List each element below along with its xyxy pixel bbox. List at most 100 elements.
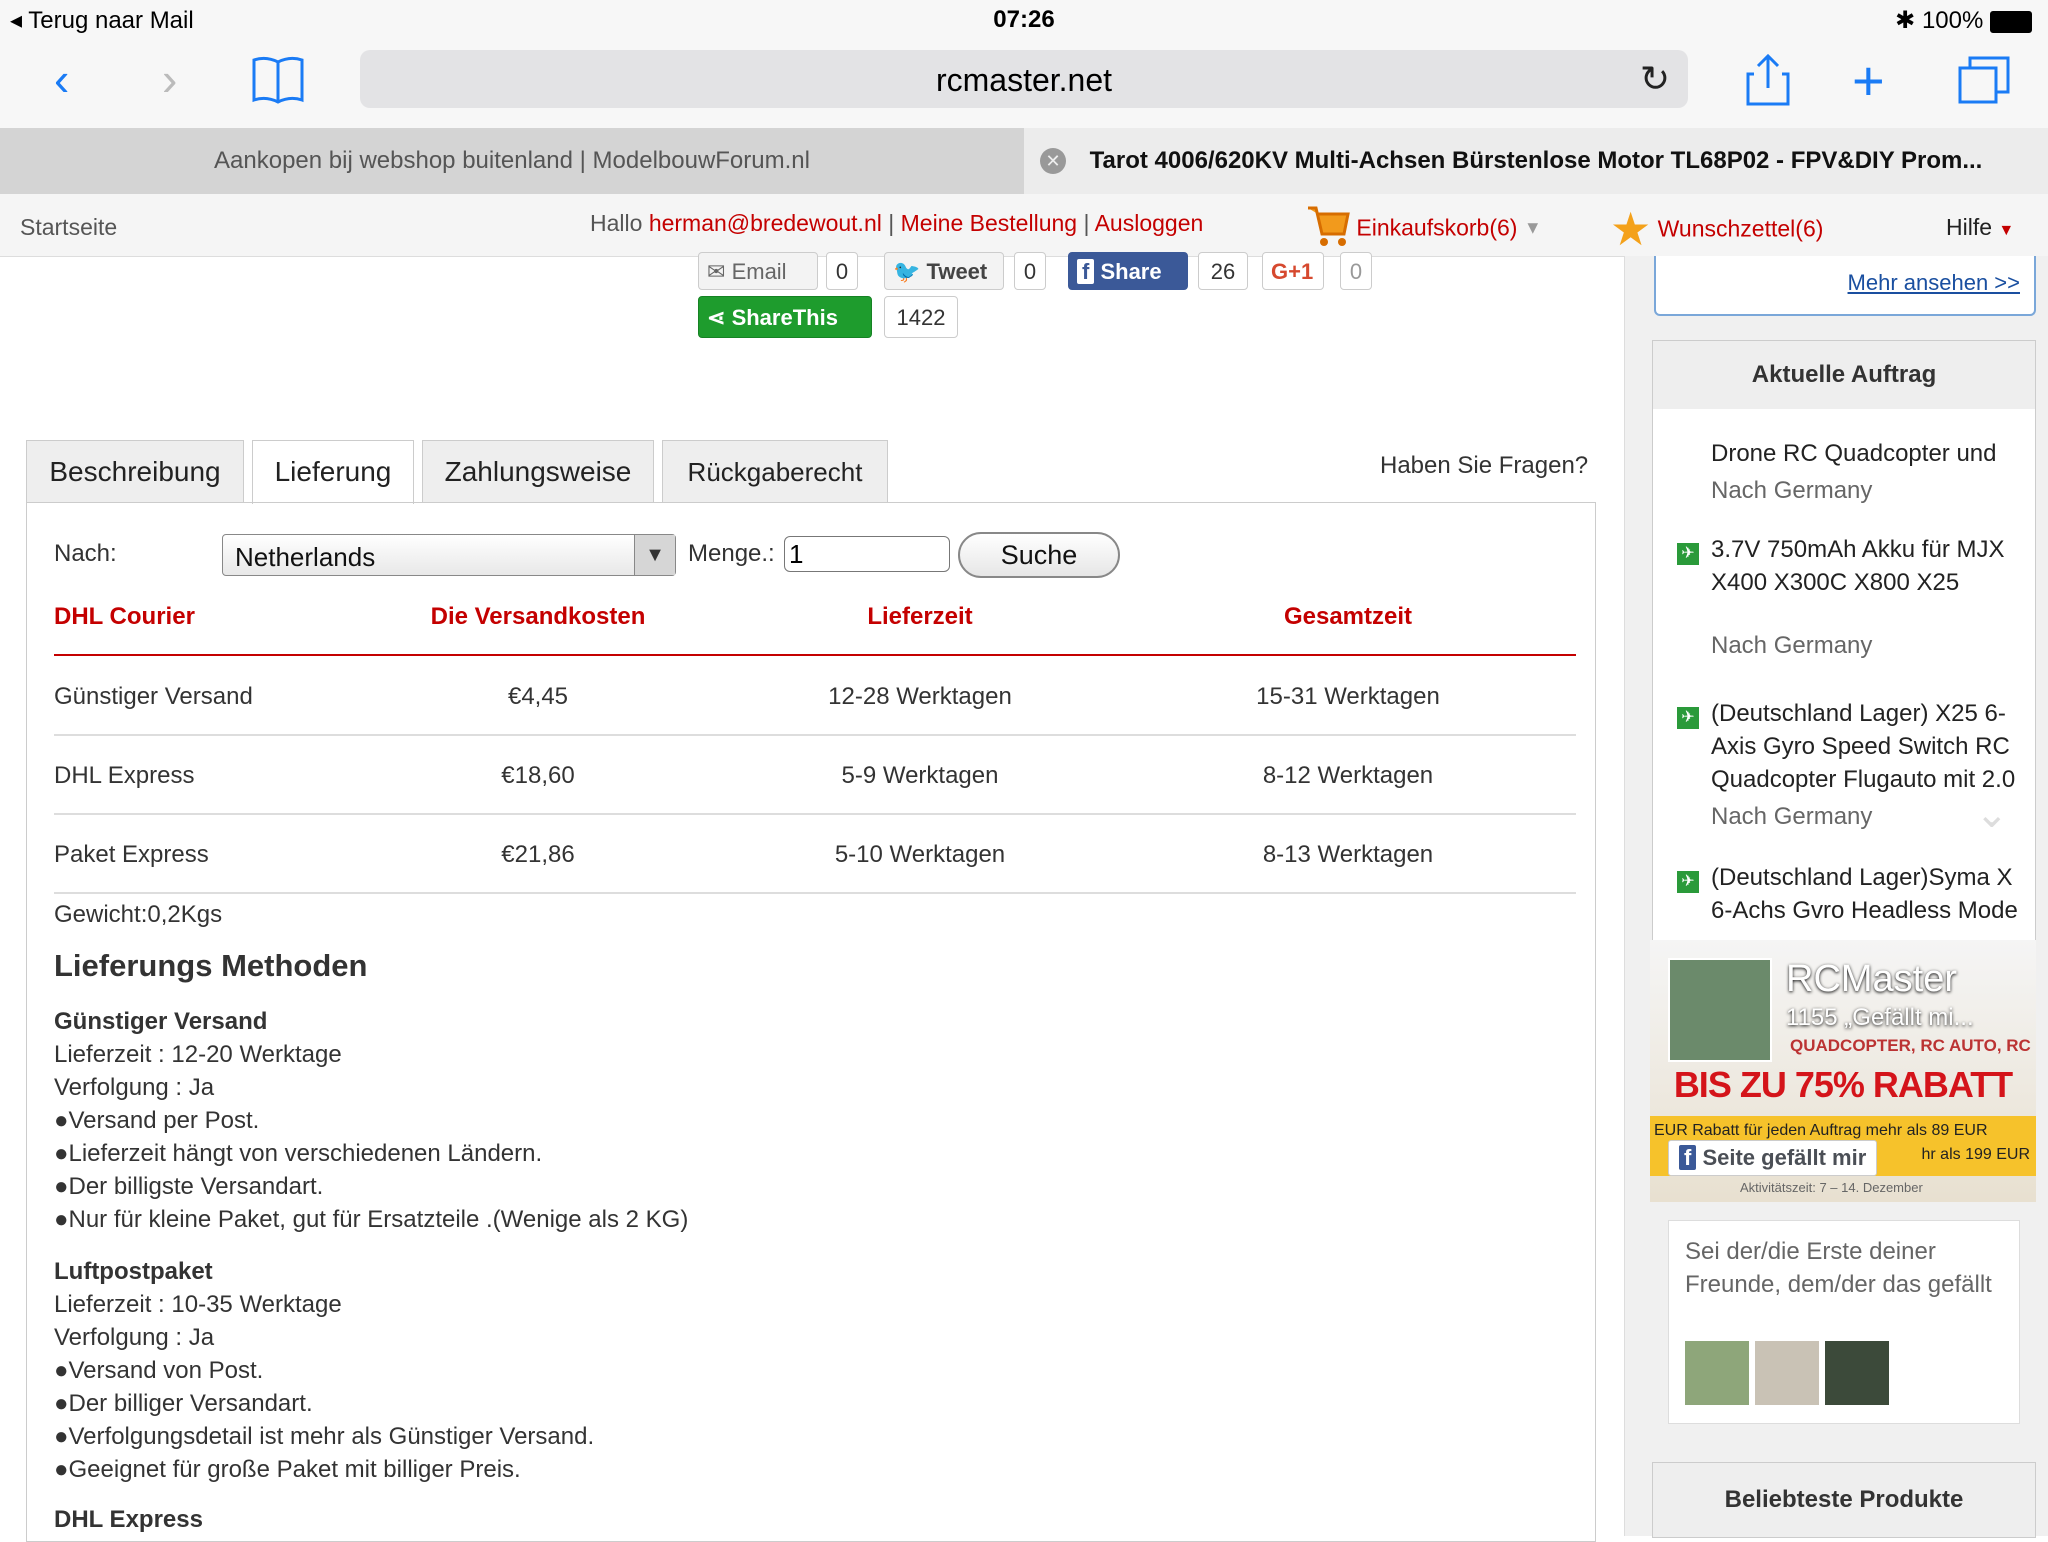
search-button[interactable]: Suche [958,532,1120,578]
battery-status: ✱ 100% [1895,6,2032,35]
browser-toolbar: ‹ › rcmaster.net ↻ + [0,40,2048,128]
cart-link[interactable]: Einkaufskorb(6) ▼ [1306,202,1542,254]
table-cell: 12-28 Werktagen [828,683,1012,710]
method-name: DHL Express [54,1506,203,1533]
browser-tab-rcmaster[interactable]: ✕ Tarot 4006/620KV Multi-Achsen Bürstenl… [1024,128,2048,194]
email-share-button[interactable]: ✉ Email [698,252,818,290]
reload-icon[interactable]: ↻ [1640,58,1670,100]
browser-tab-modelbouwforum[interactable]: Aankopen bij webshop buitenland | Modelb… [0,128,1024,194]
battery-icon [1990,10,2032,33]
table-cell: Günstiger Versand [54,683,253,710]
chevron-down-icon: ▼ [634,535,675,575]
facebook-share-button[interactable]: f Share [1068,252,1188,290]
facebook-share-count: 26 [1198,252,1248,290]
back-arrow-icon[interactable]: ‹ [54,52,69,106]
row-divider [54,892,1576,894]
address-bar[interactable]: rcmaster.net ↻ [360,50,1688,108]
column-header-cost: Die Versandkosten [430,603,646,630]
bookmarks-icon[interactable] [250,54,306,115]
see-more-link[interactable]: Mehr ansehen >> [1848,270,2020,296]
page-thumbnail-helicopter [1668,958,1772,1062]
twitter-bird-icon: 🐦 [893,259,921,284]
row-divider [54,813,1576,815]
chevron-down-icon: ▼ [1998,222,2015,239]
friend-avatar[interactable] [1685,1341,1749,1405]
quantity-label: Menge.: [688,540,775,567]
plane-icon: ✈ [1677,871,1699,893]
my-orders-link[interactable]: Meine Bestellung [901,210,1077,236]
bluetooth-icon: ✱ [1895,7,1916,34]
user-greeting: Hallo herman@bredewout.nl | Meine Bestel… [590,210,1204,236]
logout-link[interactable]: Ausloggen [1095,210,1204,236]
method-name: Günstiger Versand [54,1008,268,1035]
country-select[interactable]: Netherlands ▼ [222,534,676,576]
wishlist-link[interactable]: ★ Wunschzettel(6) [1610,202,1823,256]
scroll-down-chevron-icon[interactable]: ⌄ [1975,791,2009,837]
share-icon[interactable] [1746,53,1790,117]
email-share-count: 0 [826,252,858,290]
facebook-page-banner[interactable]: RCMaster 1155 „Gefällt mi... QUADCOPTER,… [1650,940,2036,1202]
recent-orders-title: Aktuelle Auftrag [1653,341,2035,409]
facebook-icon: f [1077,259,1095,284]
close-tab-icon[interactable]: ✕ [1040,148,1066,174]
tab-rueckgaberecht[interactable]: Rückgaberecht [662,440,888,502]
help-menu[interactable]: Hilfe ▼ [1946,214,2014,241]
plane-icon: ✈ [1677,543,1699,565]
banner-date: Aktivitätszeit: 7 – 14. Dezember [1740,1180,1923,1195]
banner-discount: BIS ZU 75% RABATT [1673,1064,2013,1105]
sharethis-button[interactable]: ⋖ ShareThis [698,296,872,338]
tab-beschreibung[interactable]: Beschreibung [26,440,244,502]
column-header-total-time: Gesamtzeit [1283,603,1413,630]
sharethis-count: 1422 [884,296,958,338]
tweet-button[interactable]: 🐦 Tweet [884,252,1004,290]
table-cell: €21,86 [501,841,575,868]
tweet-count: 0 [1014,252,1046,290]
column-header-courier: DHL Courier [54,603,195,630]
questions-link[interactable]: Haben Sie Fragen? [1380,452,1588,480]
forward-arrow-icon[interactable]: › [162,52,177,106]
site-header: Startseite Hallo herman@bredewout.nl | M… [0,194,2048,257]
table-cell: 15-31 Werktagen [1256,683,1440,710]
star-icon: ★ [1610,203,1652,255]
fb-page-likes: 1155 „Gefällt mi... [1786,1004,1974,1031]
order-item[interactable]: (Deutschland Lager)Syma X 6-Achs Gvro He… [1711,861,2027,927]
url-text: rcmaster.net [935,62,1113,98]
table-cell: 8-13 Werktagen [1262,841,1434,868]
chevron-down-icon: ▼ [1523,217,1542,238]
friend-avatar[interactable] [1755,1341,1819,1405]
order-item[interactable]: Drone RC Quadcopter und Nach Germany [1711,437,1997,507]
row-divider [54,734,1576,736]
column-header-delivery-time: Lieferzeit [867,603,973,630]
table-cell: Paket Express [54,841,209,868]
recent-box: Mehr ansehen >> [1654,256,2036,316]
user-email-link[interactable]: herman@bredewout.nl [649,210,882,236]
recent-orders-box: Aktuelle Auftrag Drone RC Quadcopter und… [1652,340,2036,942]
fb-page-name: RCMaster [1786,958,1958,1000]
header-divider [54,654,1576,656]
status-bar: ◂ Terug naar Mail 07:26 ✱ 100% [0,0,2048,40]
table-cell: 8-12 Werktagen [1262,762,1434,789]
tab-lieferung[interactable]: Lieferung [252,440,414,504]
tab-zahlungsweise[interactable]: Zahlungsweise [422,440,654,502]
friends-text: Sei der/die Erste deiner Freunde, dem/de… [1685,1238,1992,1298]
quantity-input[interactable] [784,536,950,572]
popular-products-title: Beliebteste Produkte [1653,1463,2035,1537]
home-link[interactable]: Startseite [20,214,117,241]
method-name: Luftpostpaket [54,1258,213,1285]
weight-info: Gewicht:0,2Kgs [54,901,223,928]
fb-like-page-button[interactable]: f Seite gefällt mir [1668,1140,1878,1176]
shopping-cart-icon [1306,202,1350,254]
facebook-friends-box: Sei der/die Erste deiner Freunde, dem/de… [1668,1220,2020,1424]
tabs-overview-icon[interactable] [1958,56,2010,115]
methods-title: Lieferungs Methoden [54,948,368,983]
new-tab-icon[interactable]: + [1852,48,1885,113]
friend-avatar[interactable] [1825,1341,1889,1405]
share-nodes-icon: ⋖ [707,305,726,330]
google-plus-button[interactable]: G+1 [1262,252,1324,290]
table-cell: €4,45 [507,683,569,710]
plane-icon: ✈ [1677,707,1699,729]
facebook-icon: f [1679,1145,1697,1170]
order-item[interactable]: 3.7V 750mAh Akku für MJX X400 X300C X800… [1711,533,2004,662]
browser-tab-bar: Aankopen bij webshop buitenland | Modelb… [0,128,2048,195]
method-details: Lieferzeit : 12-20 Werktage Verfolgung :… [54,1041,689,1233]
